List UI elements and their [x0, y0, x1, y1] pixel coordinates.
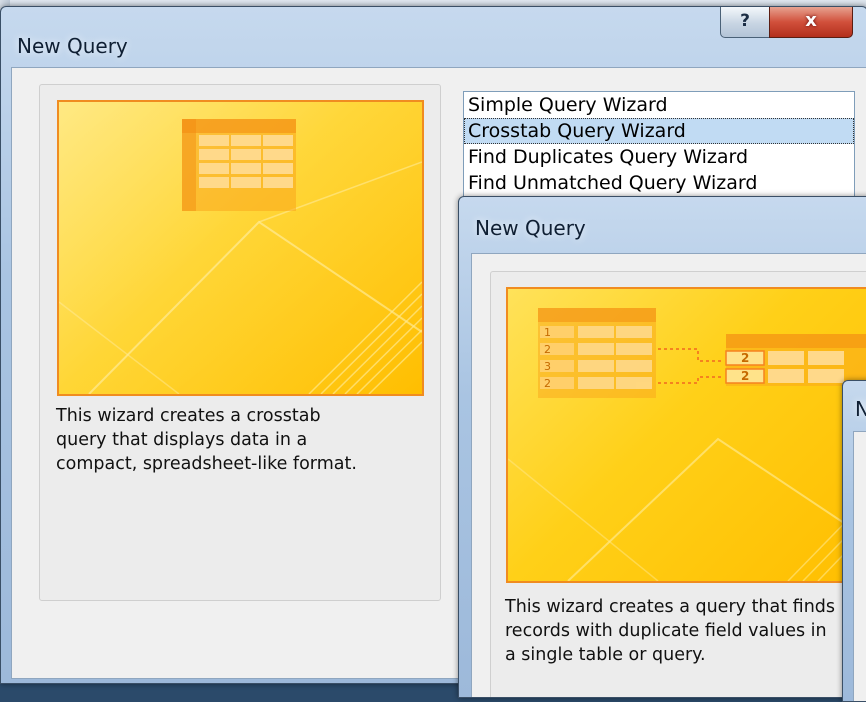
help-icon: ?: [740, 11, 750, 31]
source-number-4: 2: [544, 377, 551, 390]
wizard-preview-image-2: 1 2 3 2 2 2: [506, 287, 866, 583]
result-number-1: 2: [741, 351, 749, 365]
preview-panel: This wizard creates a crosstab query tha…: [39, 84, 441, 601]
title-bar-2[interactable]: New Query: [459, 197, 866, 255]
list-item-find-duplicates-query-wizard[interactable]: Find Duplicates Query Wizard: [464, 144, 854, 170]
list-item-find-unmatched-query-wizard[interactable]: Find Unmatched Query Wizard: [464, 170, 854, 196]
source-number-1: 1: [544, 326, 551, 339]
dialog-title: New Query: [17, 34, 128, 58]
dialog-title-3: N: [855, 397, 866, 421]
list-item-simple-query-wizard[interactable]: Simple Query Wizard: [464, 92, 854, 118]
title-bar-3[interactable]: N: [843, 381, 866, 433]
connector-dots: [658, 348, 722, 384]
dialog-title-2: New Query: [475, 216, 586, 240]
wizard-description-2: This wizard creates a query that finds r…: [505, 597, 836, 665]
source-number-3: 3: [544, 360, 551, 373]
wizard-list[interactable]: Simple Query Wizard Crosstab Query Wizar…: [463, 91, 855, 213]
source-table-grid: 1 2 3 2: [538, 308, 656, 398]
new-query-dialog-2: New Query 1 2 3 2 2 2 This wizard create…: [458, 196, 866, 698]
wizard-description: This wizard creates a crosstab query tha…: [56, 406, 357, 474]
close-button[interactable]: x: [769, 7, 853, 38]
close-icon: x: [805, 10, 817, 31]
new-query-dialog-3: N: [842, 380, 866, 702]
result-number-2: 2: [741, 369, 749, 383]
source-number-2: 2: [544, 343, 551, 356]
wizard-preview-image: [57, 100, 424, 396]
crosstab-grid: [182, 119, 296, 211]
preview-panel-2: 1 2 3 2 2 2 This wizard creates a query …: [490, 271, 866, 697]
dialog-client-area-3: [853, 431, 866, 701]
crosstab-illustration: [59, 102, 422, 394]
dialog-client-area-2: 1 2 3 2 2 2 This wizard creates a query …: [471, 253, 866, 697]
duplicates-illustration: 1 2 3 2 2 2: [508, 308, 866, 581]
help-button[interactable]: ?: [720, 7, 770, 38]
list-item-crosstab-query-wizard[interactable]: Crosstab Query Wizard: [464, 118, 854, 144]
result-table-grid: 2 2: [725, 334, 866, 386]
